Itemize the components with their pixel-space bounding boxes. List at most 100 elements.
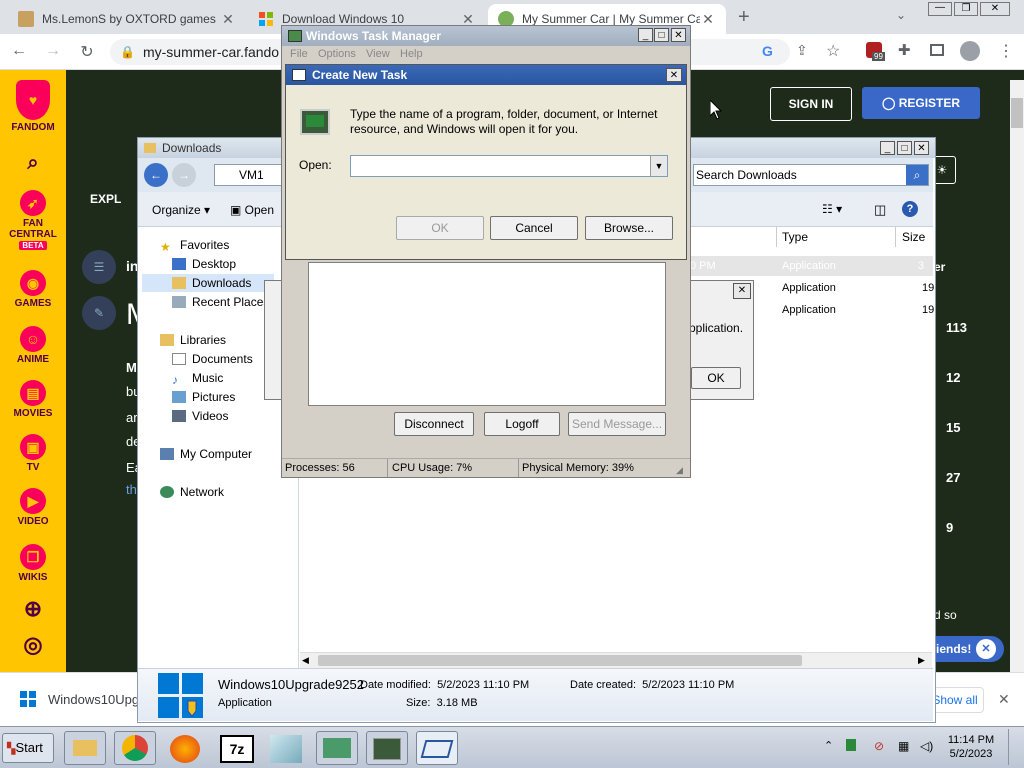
bookmark-star-icon[interactable]: ☆ <box>826 41 840 61</box>
help-icon[interactable]: ? <box>902 201 918 217</box>
tab-search-icon[interactable]: ⌄ <box>896 8 906 22</box>
profile-avatar[interactable] <box>960 41 980 61</box>
taskbar-task-manager[interactable] <box>366 731 408 765</box>
nav-games[interactable]: ◉ GAMES <box>0 270 66 309</box>
create-task-titlebar[interactable]: Create New Task <box>286 65 686 85</box>
table-row[interactable]: 0 PM Application 3 <box>690 256 933 276</box>
nav-network[interactable]: Network <box>160 485 224 499</box>
restore-icon[interactable]: ❐ <box>954 2 978 16</box>
close-icon[interactable]: ✕ <box>666 68 682 82</box>
nav-documents[interactable]: Documents <box>172 352 253 366</box>
download-file-name[interactable]: Windows10Upgra <box>48 692 151 707</box>
tray-network-icon[interactable]: ▦ <box>898 739 909 753</box>
nav-anime[interactable]: ☺ ANIME <box>0 326 66 365</box>
edit-pencil-icon[interactable]: ✎ <box>82 296 116 330</box>
nav-my-computer[interactable]: My Computer <box>160 447 252 461</box>
nav-video[interactable]: ▶ VIDEO <box>0 488 66 527</box>
minimize-icon[interactable]: — <box>928 2 952 16</box>
nav-desktop[interactable]: Desktop <box>172 257 236 271</box>
dialog-ok-button[interactable]: OK <box>691 367 741 389</box>
resize-grip-icon[interactable]: ◢ <box>676 461 683 479</box>
column-header-size[interactable]: Size <box>896 227 932 247</box>
close-icon[interactable]: ✕ <box>980 2 1010 16</box>
menu-kebab-icon[interactable]: ⋮ <box>998 41 1014 61</box>
tray-security-icon[interactable]: ⊘ <box>874 739 884 753</box>
search-icon[interactable]: ⌕ <box>906 165 928 185</box>
disconnect-button[interactable]: Disconnect <box>394 412 474 436</box>
tray-app-icon[interactable] <box>846 739 856 751</box>
breadcrumb-item[interactable]: VM1 <box>239 168 264 182</box>
browse-button[interactable]: Browse... <box>585 216 673 240</box>
maximize-icon[interactable]: □ <box>897 141 912 155</box>
nav-libraries[interactable]: Libraries <box>160 333 226 347</box>
firefox-icon[interactable] <box>170 735 200 763</box>
dialog-close-button[interactable]: ✕ <box>733 283 751 299</box>
add-icon[interactable]: ⊕ <box>0 596 66 622</box>
show-hidden-icons-icon[interactable]: ⌃ <box>824 739 833 752</box>
new-tab-button[interactable]: + <box>738 6 750 29</box>
tab-close-icon[interactable]: ✕ <box>220 11 236 28</box>
view-options-icon[interactable]: ☷ ▾ <box>822 202 842 216</box>
nav-fan-central[interactable]: ➶ FAN CENTRAL BETA <box>0 190 66 251</box>
start-button[interactable]: ▚Start <box>2 733 54 763</box>
taskbar-explorer[interactable] <box>64 731 106 765</box>
nav-movies[interactable]: ▤ MOVIES <box>0 380 66 419</box>
scrollbar-thumb[interactable] <box>318 655 802 666</box>
scroll-left-icon[interactable]: ◀ <box>302 655 309 666</box>
users-list[interactable] <box>308 262 666 406</box>
share-icon[interactable]: ⇪ <box>796 42 808 59</box>
column-header-type[interactable]: Type <box>776 227 896 247</box>
minimize-icon[interactable]: _ <box>638 28 653 42</box>
download-bar-close-button[interactable]: ✕ <box>998 691 1010 708</box>
cancel-button[interactable]: Cancel <box>490 216 578 240</box>
close-icon[interactable]: ✕ <box>914 141 929 155</box>
nav-recent-places[interactable]: Recent Places <box>172 295 269 309</box>
sidepanel-icon[interactable] <box>930 44 944 56</box>
sign-in-button[interactable]: SIGN IN <box>770 87 852 121</box>
nav-pictures[interactable]: Pictures <box>172 390 235 404</box>
scroll-right-icon[interactable]: ▶ <box>918 655 925 666</box>
explore-menu[interactable]: EXPL <box>90 192 121 206</box>
register-button[interactable]: ◯ REGISTER <box>862 87 980 119</box>
google-icon[interactable]: G <box>762 43 773 59</box>
7zip-icon[interactable]: 7z <box>220 735 254 763</box>
nav-videos[interactable]: Videos <box>172 409 228 423</box>
preview-pane-icon[interactable]: ◫ <box>874 202 886 218</box>
menu-options[interactable]: Options <box>318 48 356 60</box>
nav-wikis[interactable]: ❐ WIKIS <box>0 544 66 583</box>
ok-button[interactable]: OK <box>396 216 484 240</box>
back-icon[interactable]: ← <box>8 42 30 62</box>
maximize-icon[interactable]: □ <box>654 28 669 42</box>
back-arrow-icon[interactable]: ← <box>144 163 168 187</box>
search-downloads-input[interactable]: Search Downloads ⌕ <box>693 164 929 186</box>
logoff-button[interactable]: Logoff <box>484 412 560 436</box>
toc-list-icon[interactable]: ☰ <box>82 250 116 284</box>
nav-tv[interactable]: ▣ TV <box>0 434 66 473</box>
tab-ms-lemons[interactable]: Ms.LemonS by OXTORD games ✕ <box>8 4 246 34</box>
open-button[interactable]: ▣ Open <box>230 203 274 217</box>
taskbar-chrome[interactable] <box>114 731 156 765</box>
page-scrollbar[interactable] <box>1010 80 1024 672</box>
menu-help[interactable]: Help <box>400 48 423 60</box>
forward-icon[interactable]: → <box>42 42 64 62</box>
taskbar-run-dialog[interactable] <box>416 731 458 765</box>
notepad-icon[interactable] <box>270 735 302 763</box>
user-icon[interactable]: ◎ <box>0 632 66 658</box>
scrollbar-thumb[interactable] <box>1011 98 1023 128</box>
menu-view[interactable]: View <box>366 48 390 60</box>
show-desktop-button[interactable] <box>1008 729 1023 765</box>
organize-menu[interactable]: Organize ▾ <box>152 203 210 217</box>
nav-favorites[interactable]: ★ Favorites <box>160 238 229 254</box>
fandom-search-icon[interactable]: ⌕ <box>0 152 66 175</box>
address-breadcrumb[interactable]: VM1 <box>214 164 282 186</box>
close-icon[interactable]: ✕ <box>671 28 686 42</box>
minimize-icon[interactable]: _ <box>880 141 895 155</box>
fandom-logo[interactable]: ♥ FANDOM <box>0 80 66 133</box>
horizontal-scrollbar[interactable]: ◀ ▶ <box>300 652 932 669</box>
clock[interactable]: 11:14 PM 5/2/2023 <box>946 733 996 761</box>
open-combobox[interactable]: ▼ <box>350 155 668 177</box>
chevron-down-icon[interactable]: ▼ <box>650 156 667 176</box>
forward-arrow-icon[interactable]: → <box>172 163 196 187</box>
page-link-snippet[interactable]: th <box>126 482 137 497</box>
menu-file[interactable]: File <box>290 48 308 60</box>
